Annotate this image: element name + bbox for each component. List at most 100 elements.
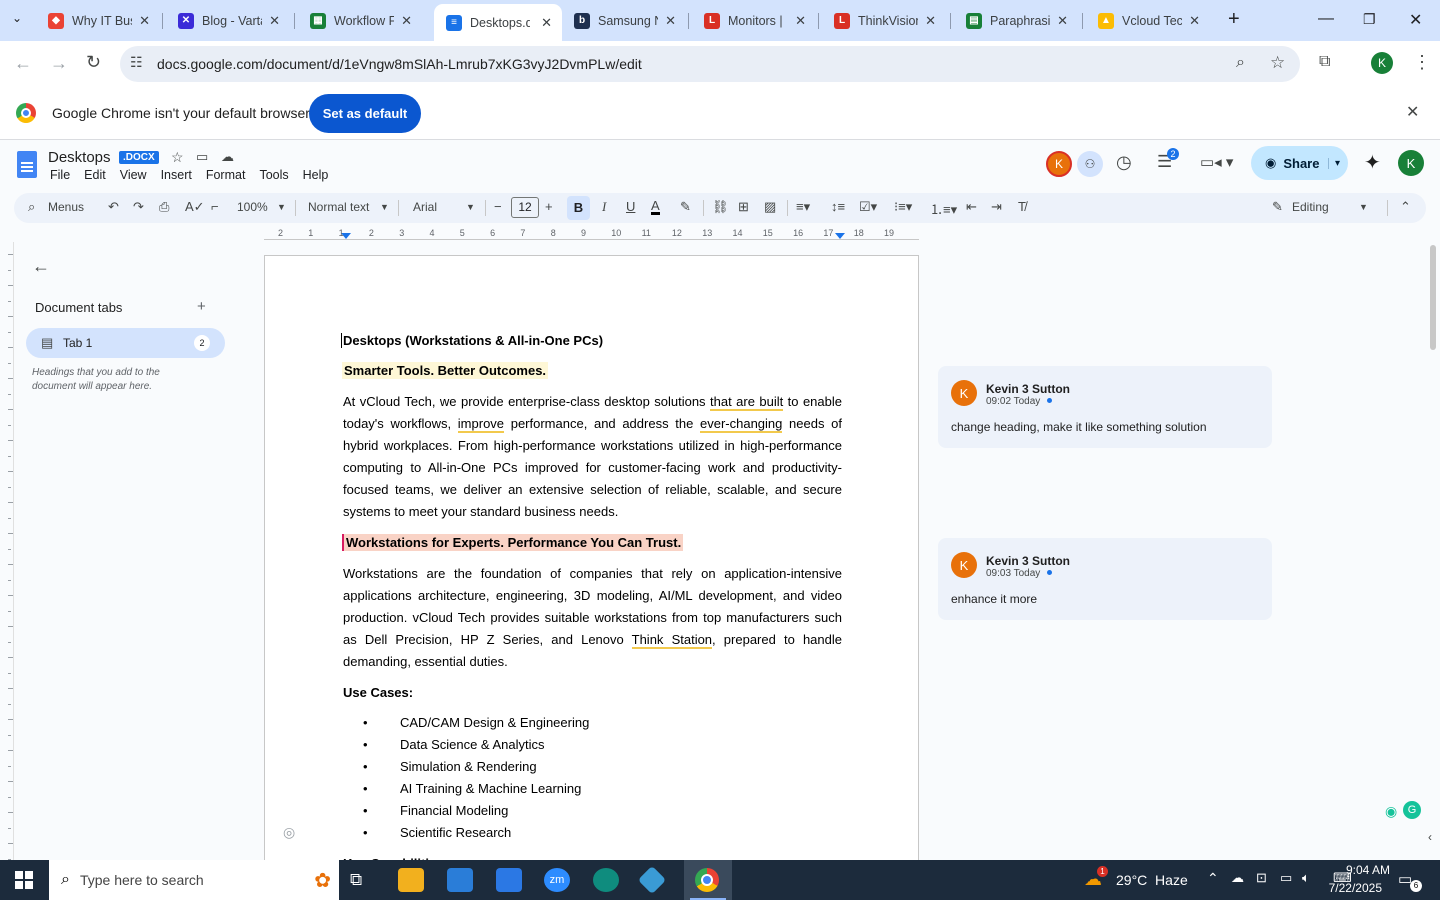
browser-tab[interactable]: ▲ Vcloud Tec ✕ (1086, 6, 1210, 35)
close-tab-icon[interactable]: ✕ (401, 13, 412, 29)
menu-item-format[interactable]: Format (206, 168, 246, 182)
increase-size-icon[interactable]: + (545, 199, 553, 214)
decrease-indent-icon[interactable]: ⇤ (966, 199, 977, 215)
side-panel-toggle-icon[interactable]: ‹ (1428, 830, 1432, 844)
close-tab-icon[interactable]: ✕ (1189, 13, 1200, 29)
url-text[interactable]: docs.google.com/document/d/1eVngw8mSlAh-… (157, 56, 642, 72)
paint-format-icon[interactable]: ⌐ (211, 199, 219, 214)
browser-tab[interactable]: ✕ Blog - Varta ✕ (166, 6, 290, 35)
set-as-default-button[interactable]: Set as default (309, 94, 421, 133)
list-item[interactable]: • Simulation & Rendering (343, 759, 842, 777)
address-bar[interactable]: ☷ docs.google.com/document/d/1eVngw8mSlA… (120, 46, 1300, 82)
clock-date[interactable]: 7/22/2025 (1322, 881, 1382, 895)
vpn-tray-icon[interactable]: ⊡ (1256, 870, 1267, 886)
forward-icon[interactable]: → (50, 53, 68, 74)
browser-tab[interactable]: ≡ Desktops.d ✕ (434, 4, 562, 41)
tray-expand-icon[interactable]: ⌃ (1207, 870, 1219, 887)
bold-button[interactable]: B (567, 196, 590, 220)
editing-mode-select[interactable]: Editing (1292, 200, 1329, 214)
bullet-list-icon[interactable]: ⁝≡▾ (894, 199, 912, 215)
browser-tab[interactable]: ◆ Why IT Bus ✕ (36, 6, 160, 35)
print-icon[interactable]: ⎙ (159, 199, 169, 215)
back-icon[interactable]: ← (14, 53, 32, 74)
paragraph-intro[interactable]: At vCloud Tech, we provide enterprise-cl… (343, 391, 842, 523)
close-infobar-icon[interactable]: ✕ (1406, 102, 1419, 122)
store-icon[interactable] (447, 868, 473, 892)
text-color-icon[interactable]: A (651, 199, 660, 215)
restore-icon[interactable]: ❐ (1363, 11, 1376, 28)
browser-tab[interactable]: ▤ Paraphrasin ✕ (954, 6, 1078, 35)
zoom-dropdown-icon[interactable]: ▼ (277, 202, 286, 212)
close-outline-icon[interactable]: ← (32, 256, 50, 277)
insert-image-icon[interactable]: ▨ (764, 199, 776, 215)
menu-item-view[interactable]: View (120, 168, 147, 182)
menus-search[interactable]: Menus (48, 200, 84, 214)
share-dropdown-icon[interactable]: ▾ (1327, 157, 1340, 169)
horizontal-ruler[interactable]: 2 1 1 2 3 4 5 6 7 8 9 10 11 12 13 14 15 16 17 18 19 (264, 228, 919, 242)
menu-item-edit[interactable]: Edit (84, 168, 106, 182)
line-spacing-icon[interactable]: ↕≡ (831, 199, 845, 214)
close-tab-icon[interactable]: ✕ (1057, 13, 1068, 29)
extensions-icon[interactable]: ⧉ (1319, 53, 1330, 71)
task-view-icon[interactable]: ⧉ (350, 870, 362, 890)
weather-text[interactable]: 29°C Haze (1116, 872, 1188, 888)
numbered-list-icon[interactable]: ⒈≡▾ (930, 199, 957, 218)
checklist-icon[interactable]: ☑▾ (859, 199, 877, 215)
meet-icon[interactable]: ⚇ (1077, 151, 1103, 177)
video-call-icon[interactable]: ▭◂ ▾ (1200, 153, 1233, 171)
clock-time[interactable]: 9:04 AM (1332, 863, 1390, 877)
style-select[interactable]: Normal text (308, 200, 369, 214)
new-tab-button[interactable]: + (1228, 8, 1240, 31)
link-icon[interactable]: ⛓ (712, 199, 729, 215)
share-button[interactable]: ◉ Share ▾ (1251, 146, 1348, 180)
underline-button[interactable]: U (626, 199, 635, 214)
highlight-icon[interactable]: ✎ (680, 199, 691, 215)
document-page[interactable]: Desktops (Workstations & All-in-One PCs)… (264, 255, 919, 875)
page-scrollbar[interactable] (1430, 245, 1436, 350)
grammarly-icon[interactable]: G (1403, 801, 1421, 819)
font-dropdown-icon[interactable]: ▼ (466, 202, 475, 212)
version-history-icon[interactable]: ◷ (1116, 152, 1132, 173)
file-explorer-icon[interactable] (398, 868, 424, 892)
close-tab-icon[interactable]: ✕ (139, 13, 150, 29)
close-tab-icon[interactable]: ✕ (795, 13, 806, 29)
doc-title[interactable]: Desktops (48, 149, 111, 166)
close-tab-icon[interactable]: ✕ (925, 13, 936, 29)
smart-compose-icon[interactable]: ◎ (283, 824, 295, 841)
zoom-select[interactable]: 100% (237, 200, 268, 214)
mode-dropdown-icon[interactable]: ▼ (1359, 202, 1368, 212)
chrome-menu-icon[interactable]: ⋮ (1413, 52, 1431, 73)
sidebar-item-tab-1[interactable]: ▤ Tab 1 2 (26, 328, 225, 358)
spellcheck-icon[interactable]: A✓ (185, 199, 205, 215)
redo-icon[interactable]: ↷ (133, 199, 144, 215)
mail-icon[interactable] (496, 868, 522, 892)
add-comment-icon[interactable]: ⊞ (738, 199, 749, 215)
star-icon[interactable]: ☆ (171, 149, 184, 166)
comment-card[interactable]: K Kevin 3 Sutton 09:03 Today enhance it mor… (938, 538, 1272, 620)
decrease-size-icon[interactable]: − (494, 199, 502, 214)
close-tab-icon[interactable]: ✕ (665, 13, 676, 29)
bookmark-star-icon[interactable]: ☆ (1270, 53, 1285, 73)
italic-button[interactable]: I (602, 199, 606, 215)
cloud-tray-icon[interactable]: ☁ (1231, 870, 1244, 886)
heading-desktops[interactable]: Desktops (Workstations & All-in-One PCs) (341, 333, 840, 348)
cloud-status-icon[interactable]: ☁ (221, 149, 234, 165)
docs-logo-icon[interactable] (17, 151, 37, 178)
menu-item-help[interactable]: Help (303, 168, 329, 182)
browser-tab[interactable]: L Monitors | ✕ (692, 6, 816, 35)
right-indent-marker[interactable] (835, 233, 845, 239)
add-tab-icon[interactable]: + (197, 298, 206, 315)
volume-icon[interactable]: 🔈︎ (1302, 870, 1310, 886)
zoom-icon[interactable]: ⌕ (1236, 54, 1245, 72)
browser-tab[interactable]: L ThinkVision ✕ (822, 6, 946, 35)
edge-icon[interactable] (593, 868, 619, 892)
heading-use-cases[interactable]: Use Cases: (343, 685, 842, 700)
list-item[interactable]: • Data Science & Analytics (343, 737, 842, 755)
menu-item-insert[interactable]: Insert (161, 168, 192, 182)
align-icon[interactable]: ≡▾ (796, 199, 810, 215)
network-icon[interactable]: ▭ (1280, 870, 1292, 886)
font-size-input[interactable]: 12 (511, 197, 539, 218)
minimize-icon[interactable]: — (1318, 10, 1334, 28)
collaborator-avatar[interactable]: K (1046, 151, 1072, 177)
grammarly-bulb-icon[interactable]: ◉ (1385, 803, 1397, 820)
